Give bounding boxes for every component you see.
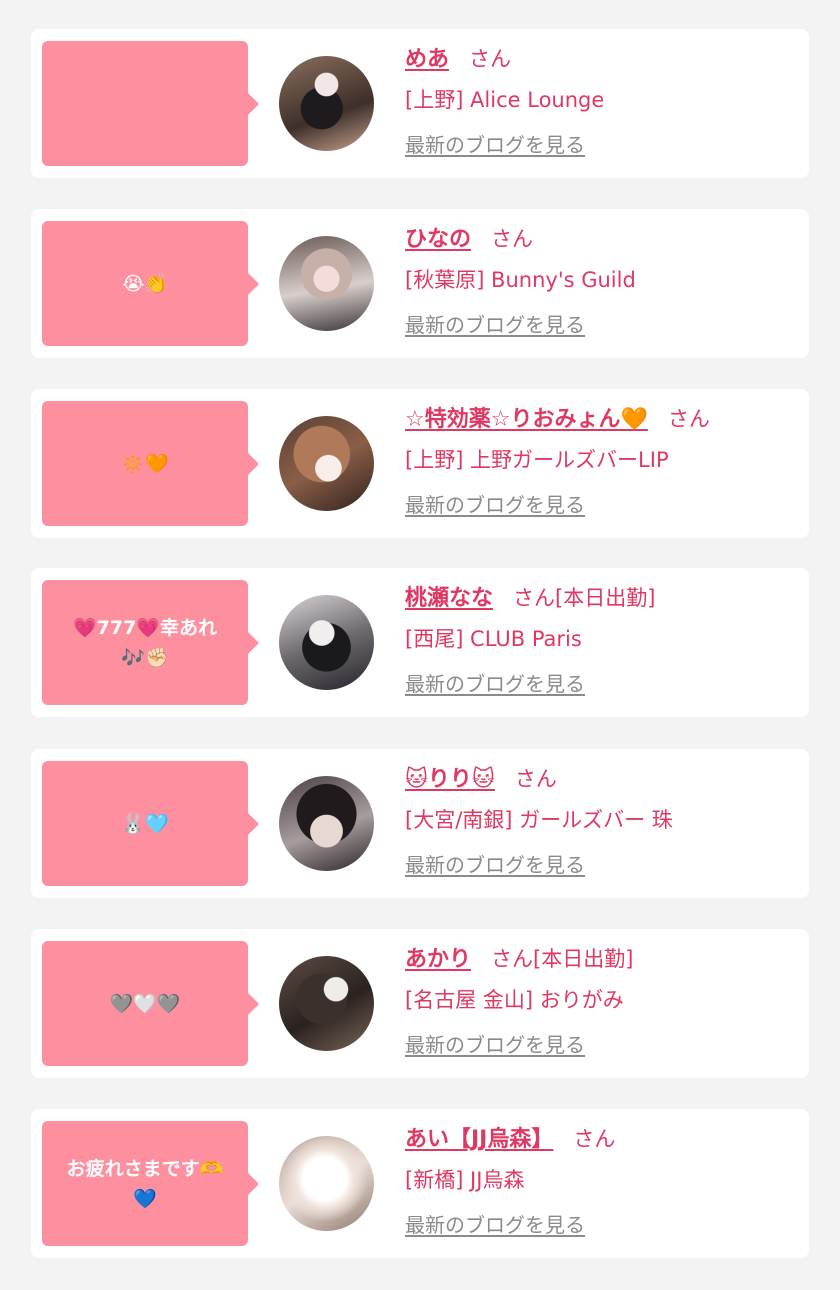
comment-bubble xyxy=(42,41,259,166)
list-item: 🩶🤍🩶 あかり さん[本日出勤] [名古屋 金山] おりがみ 最新のブログを見る xyxy=(31,929,809,1078)
comment-line-2: 🎶✊🏻 xyxy=(121,646,169,669)
honorific: さん xyxy=(469,47,512,71)
comment-bubble: お疲れさまです🫶 💙 xyxy=(42,1121,259,1246)
info: 🐱りり🐱 さん [大宮/南銀] ガールズバー 珠 最新のブログを見る xyxy=(405,761,799,878)
info: ☆特効薬☆りおみょん🧡 さん [上野] 上野ガールズバーLIP 最新のブログを見る xyxy=(405,401,799,518)
shop-label: [上野] Alice Lounge xyxy=(405,88,605,112)
honorific: さん xyxy=(491,227,534,251)
blog-list: めあ さん [上野] Alice Lounge 最新のブログを見る 😭👏 ひなのさ… xyxy=(0,0,840,1290)
comment-line-2: 💙 xyxy=(133,1187,157,1210)
latest-blog-link[interactable]: 最新のブログを見る xyxy=(405,129,585,158)
comment-bubble: 🐰🩵 xyxy=(42,761,259,886)
comment-line-1: 😭👏 xyxy=(122,272,168,295)
shop-label: [西尾] CLUB Paris xyxy=(405,627,582,651)
comment-bubble: 🔅🧡 xyxy=(42,401,259,526)
profile-name-link[interactable]: ひなの xyxy=(405,227,471,252)
avatar[interactable] xyxy=(279,1136,374,1231)
avatar[interactable] xyxy=(279,776,374,871)
shop-label: [秋葉原] Bunny's Guild xyxy=(405,268,636,292)
info: ひなの さん [秋葉原] Bunny's Guild 最新のブログを見る xyxy=(405,221,799,338)
avatar[interactable] xyxy=(279,595,374,690)
latest-blog-link[interactable]: 最新のブログを見る xyxy=(405,1029,585,1058)
profile-name-link[interactable]: 🐱りり🐱 xyxy=(405,767,495,792)
info: あかり さん[本日出勤] [名古屋 金山] おりがみ 最新のブログを見る xyxy=(405,941,799,1058)
comment-bubble: 🩶🤍🩶 xyxy=(42,941,259,1066)
list-item: めあ さん [上野] Alice Lounge 最新のブログを見る xyxy=(31,29,809,178)
avatar[interactable] xyxy=(279,56,374,151)
honorific: さん[本日出勤] xyxy=(491,947,634,971)
avatar[interactable] xyxy=(279,956,374,1051)
latest-blog-link[interactable]: 最新のブログを見る xyxy=(405,849,585,878)
latest-blog-link[interactable]: 最新のブログを見る xyxy=(405,489,585,518)
honorific: さん[本日出勤] xyxy=(513,586,656,610)
comment-bubble: 😭👏 xyxy=(42,221,259,346)
comment-line-1: 🩶🤍🩶 xyxy=(109,992,181,1015)
comment-line-1: 🔅🧡 xyxy=(121,452,169,475)
comment-line-1: お疲れさまです🫶 xyxy=(66,1157,224,1180)
list-item: 🐰🩵 🐱りり🐱 さん [大宮/南銀] ガールズバー 珠 最新のブログを見る xyxy=(31,749,809,898)
avatar[interactable] xyxy=(279,416,374,511)
profile-name-link[interactable]: 桃瀬なな xyxy=(405,586,493,611)
list-item: 😭👏 ひなの さん [秋葉原] Bunny's Guild 最新のブログを見る xyxy=(31,209,809,358)
shop-label: [新橋] JJ烏森 xyxy=(405,1168,525,1192)
latest-blog-link[interactable]: 最新のブログを見る xyxy=(405,1209,585,1238)
profile-name-link[interactable]: ☆特効薬☆りおみょん🧡 xyxy=(405,407,648,432)
profile-name-link[interactable]: あかり xyxy=(405,947,471,972)
info: あい【JJ烏森】 さん [新橋] JJ烏森 最新のブログを見る xyxy=(405,1121,799,1238)
comment-line-1: 💗777💗幸あれ xyxy=(73,616,217,639)
profile-name-link[interactable]: めあ xyxy=(405,47,449,72)
shop-label: [上野] 上野ガールズバーLIP xyxy=(405,448,669,472)
latest-blog-link[interactable]: 最新のブログを見る xyxy=(405,668,585,697)
avatar[interactable] xyxy=(279,236,374,331)
info: めあ さん [上野] Alice Lounge 最新のブログを見る xyxy=(405,41,799,158)
shop-label: [名古屋 金山] おりがみ xyxy=(405,988,624,1012)
honorific: さん xyxy=(573,1127,616,1151)
latest-blog-link[interactable]: 最新のブログを見る xyxy=(405,309,585,338)
list-item: 💗777💗幸あれ 🎶✊🏻 桃瀬なな さん[本日出勤] [西尾] CLUB Pari… xyxy=(31,568,809,717)
honorific: さん xyxy=(514,767,557,791)
profile-name-link[interactable]: あい【JJ烏森】 xyxy=(405,1127,553,1152)
honorific: さん xyxy=(667,407,710,431)
info: 桃瀬なな さん[本日出勤] [西尾] CLUB Paris 最新のブログを見る xyxy=(405,580,799,697)
list-item: お疲れさまです🫶 💙 あい【JJ烏森】 さん [新橋] JJ烏森 最新のブログを見… xyxy=(31,1109,809,1258)
comment-line-1: 🐰🩵 xyxy=(121,812,169,835)
list-item: 🔅🧡 ☆特効薬☆りおみょん🧡 さん [上野] 上野ガールズバーLIP 最新のブログ… xyxy=(31,389,809,538)
shop-label: [大宮/南銀] ガールズバー 珠 xyxy=(405,808,673,832)
comment-bubble: 💗777💗幸あれ 🎶✊🏻 xyxy=(42,580,259,705)
